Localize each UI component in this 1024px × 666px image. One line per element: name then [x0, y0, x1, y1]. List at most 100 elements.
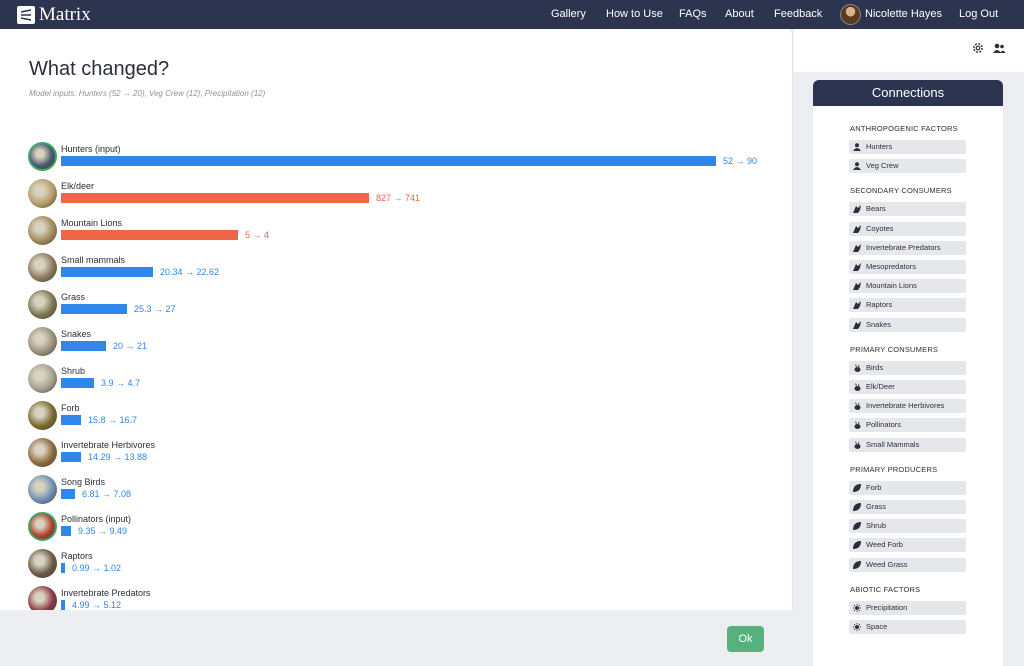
change-bar: [61, 304, 127, 314]
changes-list: Hunters (input) 52 → 90 Elk/deer 827 → 741 M…: [0, 29, 792, 640]
connection-chip[interactable]: Elk/Deer: [849, 380, 966, 394]
species-thumbnail: [28, 512, 57, 541]
change-row: Mountain Lions 5 → 4: [28, 216, 788, 246]
rabbit-icon: [854, 383, 861, 391]
species-thumbnail: [28, 364, 57, 393]
rabbit-icon: [854, 402, 861, 411]
connection-chip[interactable]: Snakes: [849, 317, 966, 332]
species-name: Grass: [61, 292, 86, 302]
connection-label: Raptors: [866, 300, 893, 310]
connection-category: PRIMARY CONSUMERS: [850, 344, 939, 354]
dialog-footer: [0, 610, 793, 666]
connection-label: Snakes: [866, 319, 892, 329]
change-row: Song Birds 6.81 → 7.08: [28, 475, 788, 505]
connection-chip[interactable]: Mesopredators: [849, 260, 966, 274]
species-name: Elk/deer: [61, 181, 95, 191]
connection-chip[interactable]: Weed Grass: [849, 557, 966, 572]
connection-chip[interactable]: Bears: [849, 202, 966, 217]
connection-chip[interactable]: Raptors: [849, 298, 966, 313]
connection-chip[interactable]: Hunters: [849, 140, 966, 154]
change-bar: [61, 415, 81, 425]
connection-chip[interactable]: Veg Crew: [849, 159, 966, 174]
species-thumbnail: [28, 475, 57, 504]
nav-gallery[interactable]: Gallery: [551, 8, 586, 20]
connection-chip[interactable]: Coyotes: [849, 221, 966, 236]
logout-link[interactable]: Log Out: [959, 8, 998, 20]
change-value: 15.8 → 16.7: [88, 415, 138, 425]
connection-chip[interactable]: Invertebrate Predators: [849, 240, 966, 255]
gear-icon[interactable]: [971, 41, 985, 55]
connection-category: ABIOTIC FACTORS: [850, 584, 921, 594]
species-thumbnail: [28, 179, 57, 208]
change-bar: [61, 378, 94, 388]
connection-label: Veg Crew: [866, 161, 899, 171]
predator-icon: [853, 243, 861, 252]
sun-icon: [853, 603, 861, 612]
connection-chip[interactable]: Shrub: [849, 519, 966, 534]
change-bar: [61, 452, 81, 462]
nav-about[interactable]: About: [725, 8, 754, 20]
connection-label: Space: [866, 622, 888, 631]
connection-chip[interactable]: Mountain Lions: [849, 279, 966, 294]
species-thumbnail: [28, 216, 57, 245]
change-row: Pollinators (input) 9.35 → 9.49: [28, 512, 788, 542]
connection-label: Forb: [866, 482, 882, 492]
connection-chip[interactable]: Grass: [849, 500, 966, 514]
change-row: Small mammals 20.34 → 22.62: [28, 253, 788, 283]
change-value: 25.3 → 27: [134, 304, 176, 314]
change-row: Invertebrate Herbivores 14.29 → 13.88: [28, 438, 788, 468]
connection-chip[interactable]: Pollinators: [849, 418, 966, 433]
connection-chip[interactable]: Weed Forb: [849, 538, 966, 553]
user-avatar[interactable]: [840, 4, 861, 25]
connection-label: Pollinators: [866, 420, 902, 430]
change-value: 5 → 4: [245, 230, 270, 240]
species-thumbnail: [28, 549, 57, 578]
connection-label: Birds: [866, 362, 884, 372]
change-bar: [61, 526, 71, 536]
change-bar: [61, 230, 238, 240]
change-row: Raptors 0.99 → 1.02: [28, 549, 788, 579]
species-thumbnail: [28, 253, 57, 282]
dialog-subtitle: Model inputs: Hunters (52 → 20), Veg Cre…: [29, 89, 266, 98]
connection-label: Bears: [866, 204, 886, 214]
connection-chip[interactable]: Birds: [849, 360, 966, 375]
predator-icon: [853, 301, 861, 310]
change-value: 14.29 → 13.88: [88, 452, 148, 462]
user-name[interactable]: Nicolette Hayes: [865, 8, 942, 20]
species-name: Hunters (input): [61, 144, 121, 154]
connection-label: Mountain Lions: [866, 281, 917, 291]
change-value: 827 → 741: [376, 193, 421, 203]
leaf-icon: [853, 541, 861, 550]
connection-chip[interactable]: Space: [849, 620, 966, 634]
connection-label: Precipitation: [866, 602, 908, 612]
species-name: Small mammals: [61, 255, 126, 265]
sidebar-toolbar: [794, 29, 1024, 72]
dialog-title: What changed?: [29, 58, 170, 80]
connection-label: Invertebrate Predators: [866, 242, 941, 252]
predator-icon: [853, 205, 861, 214]
species-thumbnail: [28, 401, 57, 430]
connection-chip[interactable]: Precipitation: [849, 600, 966, 615]
change-bar: [61, 563, 65, 573]
connection-label: Elk/Deer: [866, 382, 895, 391]
connection-chip[interactable]: Invertebrate Herbivores: [849, 399, 966, 414]
connections-header: Connections: [813, 80, 1003, 106]
change-value: 20 → 21: [113, 341, 148, 351]
app-logo[interactable]: Matrix: [17, 4, 91, 26]
change-row: Snakes 20 → 21: [28, 327, 788, 357]
users-icon[interactable]: [992, 41, 1006, 55]
nav-how-to-use[interactable]: How to Use: [606, 8, 663, 20]
change-row: Hunters (input) 52 → 90: [28, 142, 788, 172]
connection-chip[interactable]: Small Mammals: [849, 437, 966, 452]
connection-label: Invertebrate Herbivores: [866, 401, 945, 411]
species-name: Invertebrate Herbivores: [61, 440, 156, 450]
connection-chip[interactable]: Forb: [849, 480, 966, 495]
person-icon: [853, 143, 861, 151]
species-thumbnail: [28, 327, 57, 356]
nav-feedback[interactable]: Feedback: [774, 8, 822, 20]
nav-faqs[interactable]: FAQs: [679, 8, 707, 20]
connection-label: Coyotes: [866, 223, 894, 233]
connection-category: SECONDARY CONSUMERS: [850, 186, 952, 196]
species-name: Song Birds: [61, 477, 106, 487]
ok-button[interactable]: Ok: [727, 626, 764, 652]
